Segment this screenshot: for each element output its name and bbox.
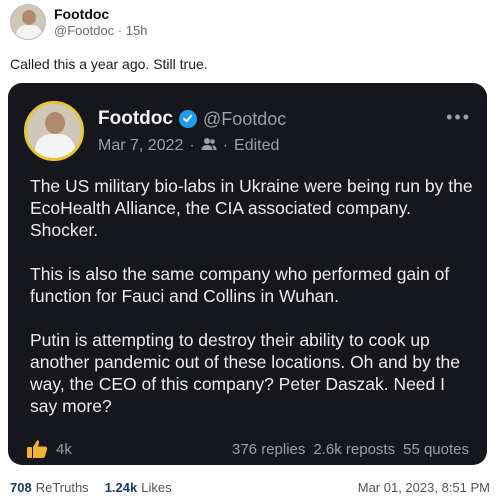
quoted-paragraph: The US military bio-labs in Ukraine were… — [30, 176, 473, 240]
people-icon — [201, 137, 217, 156]
post-header: Footdoc @Footdoc · 15h — [10, 4, 147, 40]
separator-dot: · — [222, 137, 229, 154]
quoted-reposts[interactable]: 2.6k reposts — [313, 441, 395, 458]
author-name[interactable]: Footdoc — [54, 6, 147, 23]
quoted-post-body: The US military bio-labs in Ukraine were… — [30, 175, 475, 439]
verified-check-icon — [178, 109, 197, 128]
avatar[interactable] — [10, 4, 46, 40]
likes-stat[interactable]: 1.24k Likes — [105, 480, 172, 495]
post-stats-bar: 708 ReTruths 1.24k Likes Mar 01, 2023, 8:5… — [10, 480, 490, 495]
quoted-paragraph: This is also the same company who perfor… — [30, 264, 450, 306]
quoted-avatar[interactable] — [24, 101, 84, 161]
quoted-post-footer: 4k 376 replies 2.6k reposts 55 quotes — [26, 439, 469, 459]
quoted-author-handle[interactable]: @Footdoc — [203, 107, 286, 131]
quoted-like-count: 4k — [56, 440, 72, 458]
likes-count: 1.24k — [104, 480, 138, 495]
author-handle[interactable]: @Footdoc — [54, 23, 114, 38]
more-horizontal-icon[interactable]: ••• — [446, 107, 471, 128]
post-age: 15h — [125, 22, 148, 38]
quoted-replies[interactable]: 376 replies — [232, 441, 305, 458]
quoted-post-card[interactable]: Footdoc @Footdoc Mar 7, 2022 · · Edited … — [8, 83, 487, 465]
quoted-date: Mar 7, 2022 — [98, 137, 184, 154]
likes-label: Likes — [141, 480, 172, 495]
edited-label: Edited — [234, 137, 280, 154]
thumbs-up-icon[interactable] — [26, 439, 48, 459]
author-handle-line: @Footdoc · 15h — [54, 23, 147, 39]
quoted-post-header: Footdoc @Footdoc Mar 7, 2022 · · Edited — [24, 101, 286, 161]
quoted-author-name[interactable]: Footdoc — [98, 107, 173, 131]
post-text: Called this a year ago. Still true. — [10, 56, 208, 72]
retruths-count: 708 — [10, 480, 32, 495]
separator-dot: · — [189, 137, 195, 154]
quoted-paragraph: Putin is attempting to destroy their abi… — [30, 330, 461, 416]
quoted-quotes[interactable]: 55 quotes — [403, 441, 469, 458]
separator-dot: · — [117, 22, 126, 38]
post-timestamp: Mar 01, 2023, 8:51 PM — [357, 480, 490, 495]
retruths-label: ReTruths — [35, 480, 89, 495]
retruths-stat[interactable]: 708 ReTruths — [10, 480, 89, 495]
